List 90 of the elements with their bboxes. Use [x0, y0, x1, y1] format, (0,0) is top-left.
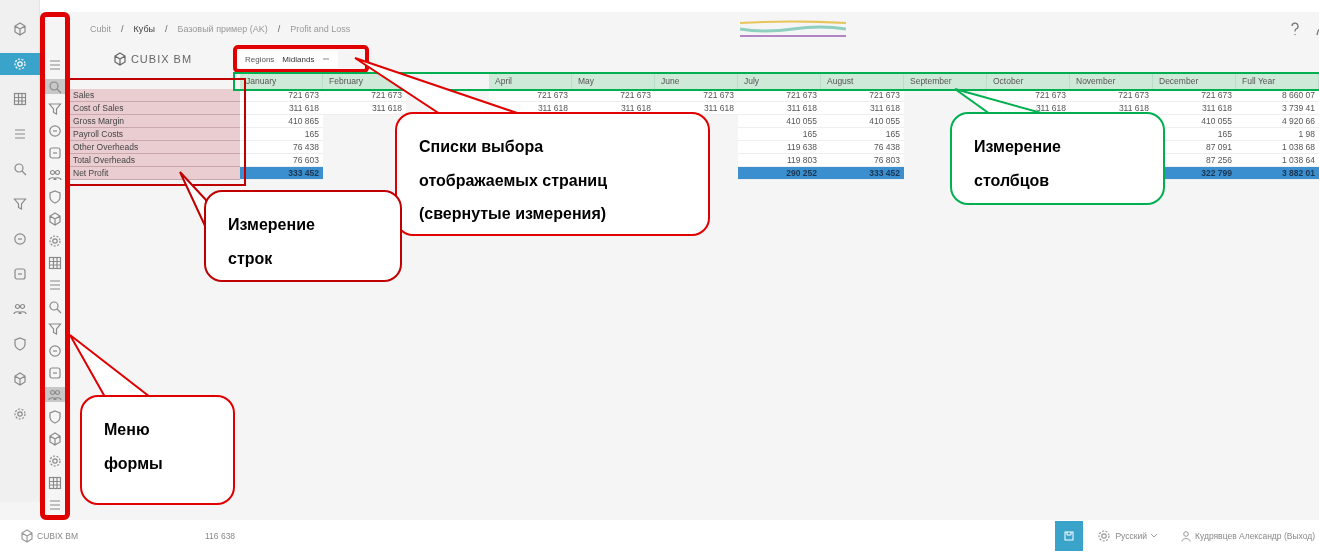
selector-label: Regions — [245, 54, 275, 64]
table-cell: 165 — [240, 128, 323, 141]
page-selector[interactable]: Regions Midlands — [237, 50, 339, 68]
save-icon — [1064, 531, 1075, 541]
cube-icon — [12, 372, 27, 386]
lines-icon — [48, 277, 62, 292]
shield-icon — [48, 189, 62, 204]
search-icon — [12, 162, 27, 176]
people-icon — [48, 167, 62, 182]
breadcrumb-separator: / — [165, 23, 168, 34]
form-menu-item[interactable] — [44, 79, 66, 94]
people-icon — [48, 387, 62, 402]
square-icon — [12, 267, 27, 281]
shield-icon — [12, 337, 27, 351]
cube-icon — [48, 211, 62, 226]
cube-icon — [12, 22, 27, 36]
row-header[interactable]: Cost of Sales — [70, 102, 240, 115]
funnel-icon — [12, 197, 27, 211]
cube-icon — [20, 529, 34, 543]
table-cell: 311 618 — [240, 102, 323, 115]
lines-icon — [48, 497, 62, 512]
table-cell: 410 055 — [821, 115, 904, 128]
lines-icon — [12, 127, 27, 141]
selector-value: Midlands — [282, 54, 315, 64]
circle-icon — [48, 343, 62, 358]
row-header[interactable]: Payroll Costs — [70, 128, 240, 141]
table-cell: 1 038 68 — [1236, 141, 1319, 154]
table-cell: 311 618 — [738, 102, 821, 115]
footer-logo-text: CUBIX BM — [37, 531, 79, 541]
table-cell: 1 98 — [1236, 128, 1319, 141]
table-cell: 290 252 — [738, 167, 821, 180]
row-header[interactable]: Gross Margin — [70, 115, 240, 128]
callout: Измерение строк — [204, 190, 402, 282]
table-cell: 119 638 — [738, 141, 821, 154]
gear-icon — [48, 453, 62, 468]
grid-icon — [12, 92, 27, 106]
funnel-icon — [48, 321, 62, 336]
search-icon — [48, 79, 62, 94]
table-cell: 3 882 01 — [1236, 167, 1319, 180]
help-icon[interactable] — [1289, 21, 1301, 36]
breadcrumb-link[interactable]: Кубы — [133, 23, 155, 34]
dash-icon — [322, 57, 331, 61]
table-cell: 165 — [738, 128, 821, 141]
cube-icon — [48, 431, 62, 446]
gear-icon — [12, 407, 27, 421]
table-cell: 311 618 — [821, 102, 904, 115]
row-header[interactable]: Net Profit — [70, 167, 240, 180]
square-icon — [48, 365, 62, 380]
breadcrumb-separator: / — [277, 23, 281, 34]
table-cell: 1 038 64 — [1236, 154, 1319, 167]
circle-icon — [48, 123, 62, 138]
row-header[interactable]: Sales — [70, 89, 240, 102]
table-cell: 333 452 — [240, 167, 323, 180]
app-logo-text: CUBIX BM — [130, 53, 193, 65]
table-cell: 76 603 — [240, 154, 323, 167]
gear-icon — [12, 57, 27, 71]
table-cell: 410 055 — [738, 115, 821, 128]
table-cell: 4 920 66 — [1236, 115, 1319, 128]
gear-icon — [48, 233, 62, 248]
table-cell: 165 — [821, 128, 904, 141]
search-icon — [48, 299, 62, 314]
user-logout-link[interactable]: Кудрявцев Александр (Выход) — [1195, 531, 1315, 541]
table-cell: 119 803 — [738, 154, 821, 167]
table-cell: 3 739 41 — [1236, 102, 1319, 115]
chevron-down-icon — [1151, 534, 1157, 538]
grid-icon — [48, 255, 62, 270]
row-header[interactable]: Other Overheads — [70, 141, 240, 154]
row-header[interactable]: Total Overheads — [70, 154, 240, 167]
table-cell: 76 803 — [821, 154, 904, 167]
circle-icon — [12, 232, 27, 246]
breadcrumb-separator: / — [121, 23, 124, 34]
table-cell: 311 618 — [1153, 102, 1236, 115]
cube-icon — [112, 52, 127, 66]
user-icon — [1181, 530, 1191, 542]
language-selector[interactable]: Русский — [1115, 531, 1147, 541]
table-cell: 410 865 — [240, 115, 323, 128]
save-button[interactable] — [1055, 521, 1084, 551]
grid-icon — [48, 475, 62, 490]
form-menu-item[interactable] — [44, 387, 66, 402]
table-cell: 76 438 — [821, 141, 904, 154]
shield-icon — [48, 409, 62, 424]
funnel-icon — [48, 101, 62, 116]
table-cell: 311 618 — [323, 102, 406, 115]
record-count: 116 638 — [205, 531, 236, 541]
table-cell: 333 452 — [821, 167, 904, 180]
gear-icon — [1097, 529, 1112, 543]
table-cell: 76 438 — [240, 141, 323, 154]
square-icon — [48, 145, 62, 160]
people-icon — [12, 302, 27, 316]
lines-icon — [48, 57, 62, 72]
